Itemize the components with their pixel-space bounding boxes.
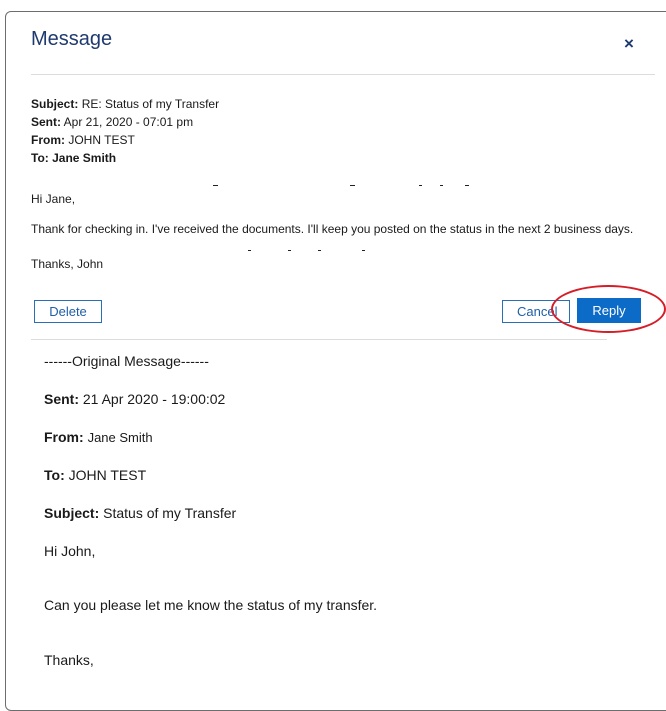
to-line: To: Jane Smith: [31, 151, 116, 165]
close-icon[interactable]: ×: [621, 35, 637, 52]
from-line: From: JOHN TEST: [31, 133, 135, 147]
subject-label: Subject:: [31, 97, 79, 111]
header-divider: [31, 74, 655, 75]
from-label: From:: [31, 133, 65, 147]
cancel-button[interactable]: Cancel: [502, 300, 570, 323]
text-artifact: [350, 185, 355, 186]
original-subject-label: Subject:: [44, 505, 100, 521]
reply-greeting: Hi Jane,: [31, 192, 76, 206]
original-sent-value: 21 Apr 2020 - 19:00:02: [82, 391, 226, 407]
sent-line: Sent: Apr 21, 2020 - 07:01 pm: [31, 115, 193, 129]
original-sent-line: Sent: 21 Apr 2020 - 19:00:02: [44, 391, 225, 407]
original-subject-line: Subject: Status of my Transfer: [44, 505, 236, 521]
reply-button[interactable]: Reply: [577, 298, 641, 323]
to-label: To:: [31, 151, 49, 165]
original-body: Can you please let me know the status of…: [44, 597, 378, 613]
sent-value: Apr 21, 2020 - 07:01 pm: [63, 115, 194, 129]
original-from-label: From:: [44, 429, 84, 445]
from-value: JOHN TEST: [68, 133, 135, 147]
text-artifact: [248, 250, 251, 251]
original-from-value: Jane Smith: [87, 430, 153, 445]
reply-body: Thank for checking in. I've received the…: [31, 222, 634, 236]
text-artifact: [440, 185, 443, 186]
dialog-title: Message: [31, 28, 113, 50]
original-greeting: Hi John,: [44, 543, 96, 559]
text-artifact: [465, 185, 469, 186]
original-to-value: JOHN TEST: [68, 467, 147, 483]
subject-value: RE: Status of my Transfer: [81, 97, 220, 111]
original-to-label: To:: [44, 467, 65, 483]
original-signoff: Thanks,: [44, 652, 94, 668]
text-artifact: [213, 185, 218, 186]
delete-button[interactable]: Delete: [34, 300, 102, 323]
original-from-line: From: Jane Smith: [44, 429, 153, 446]
text-artifact: [318, 250, 321, 251]
original-header: ------Original Message------: [44, 353, 209, 369]
reply-signoff: Thanks, John: [31, 257, 104, 271]
original-to-line: To: JOHN TEST: [44, 467, 146, 483]
original-sent-label: Sent:: [44, 391, 79, 407]
sent-label: Sent:: [31, 115, 61, 129]
text-artifact: [419, 185, 422, 186]
original-divider: [31, 339, 607, 340]
to-value: Jane Smith: [52, 151, 117, 165]
original-subject-value: Status of my Transfer: [103, 505, 237, 521]
text-artifact: [288, 250, 291, 251]
subject-line: Subject: RE: Status of my Transfer: [31, 97, 219, 111]
text-artifact: [362, 250, 365, 251]
